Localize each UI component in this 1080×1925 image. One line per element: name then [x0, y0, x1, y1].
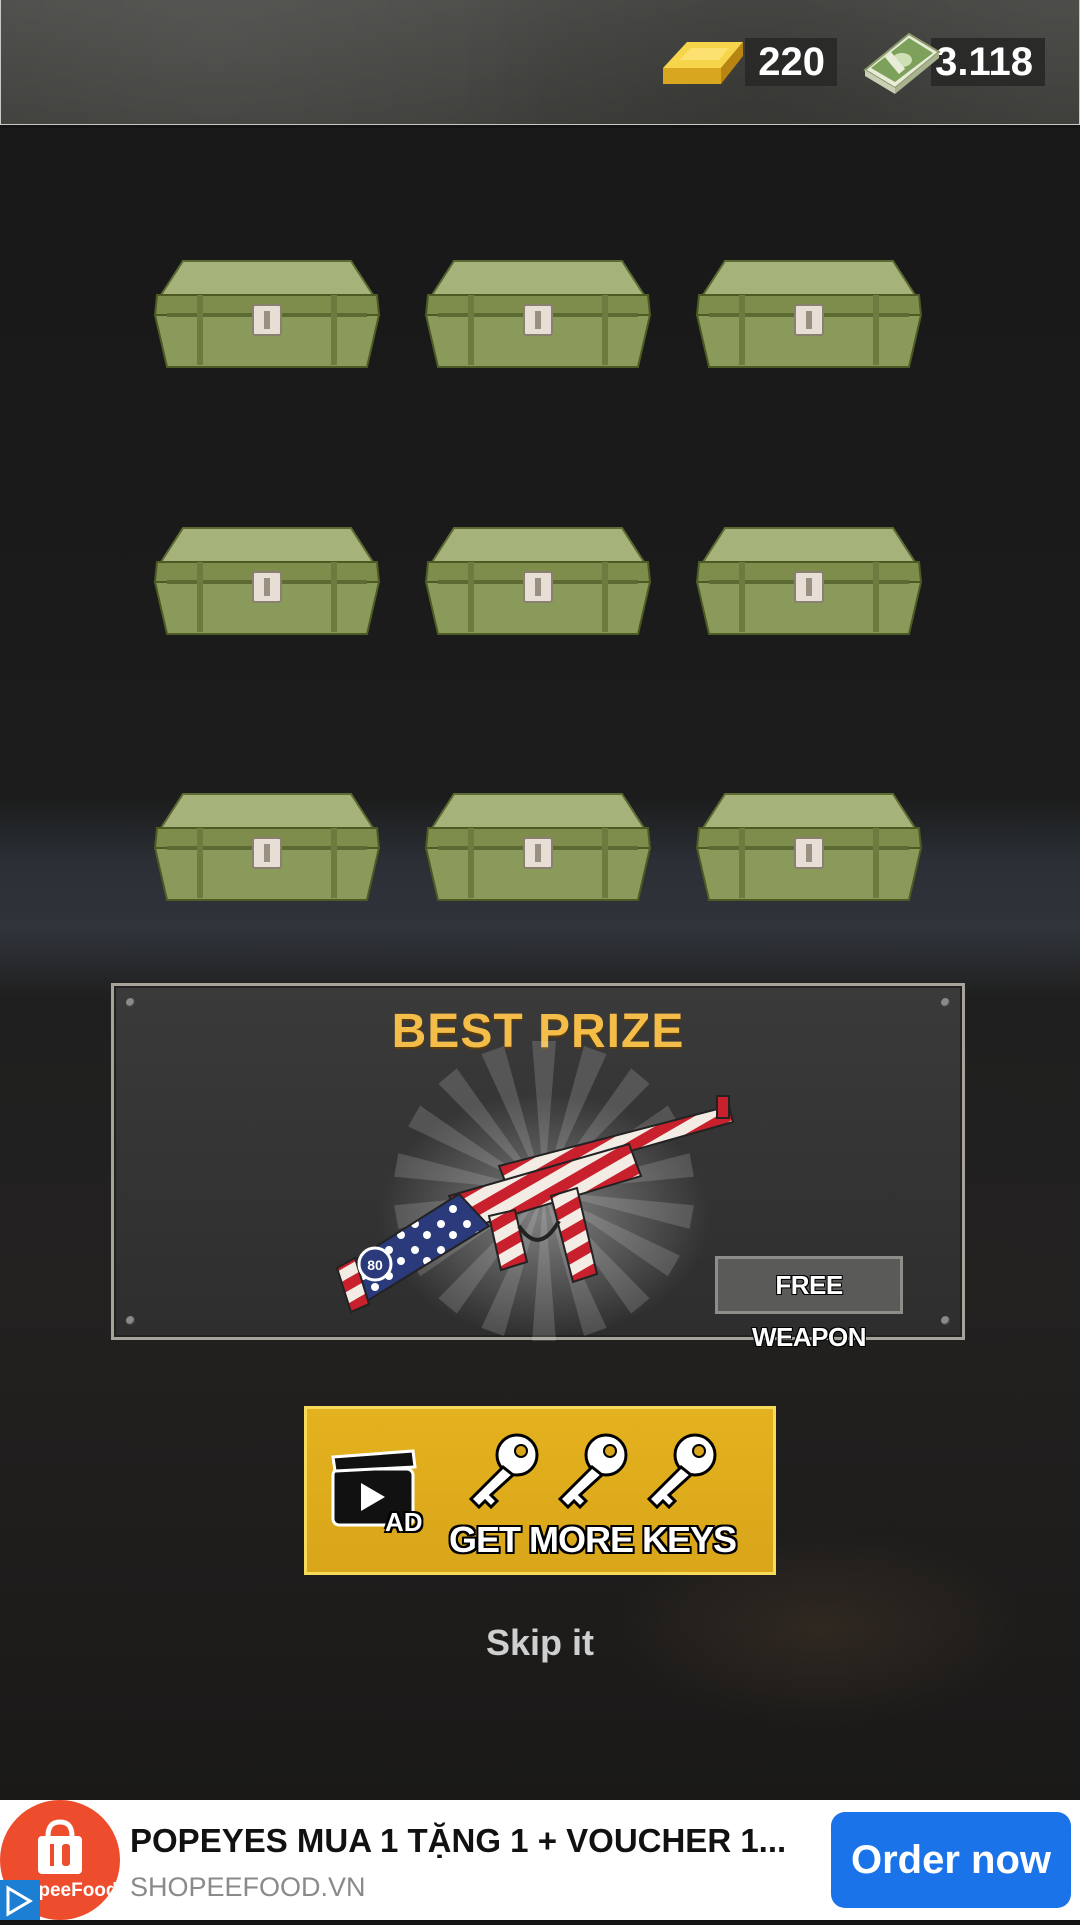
rivet: [941, 1316, 950, 1325]
locked-chest-icon: [695, 260, 923, 368]
get-more-keys-label: GET MORE KEYS: [449, 1519, 737, 1560]
cash-counter: 3.118: [931, 38, 1045, 86]
best-prize-panel: BEST PRIZE 80 FREE WEAPON: [111, 983, 965, 1352]
ad-badge: AD: [385, 1507, 423, 1537]
ad-domain: SHOPEEFOOD.VN: [130, 1872, 366, 1902]
cash-value: 3.118: [935, 39, 1033, 84]
top-hud-bar: 220 3.118: [0, 0, 1080, 125]
locked-chest-icon: [695, 793, 923, 901]
gold-value: 220: [758, 39, 825, 84]
cash-stack-icon: [863, 32, 941, 94]
ad-play-icon: [6, 1885, 33, 1917]
locked-chest[interactable]: [689, 522, 929, 642]
gold-counter: 220: [745, 38, 837, 86]
locked-chest-icon: [424, 793, 652, 901]
locked-chest-icon: [424, 527, 652, 635]
locked-chest-icon: [424, 260, 652, 368]
skip-link[interactable]: Skip it: [0, 1622, 1080, 1664]
locked-chest-icon: [695, 527, 923, 635]
locked-chest[interactable]: [689, 788, 929, 908]
locked-chest[interactable]: [418, 255, 658, 375]
locked-chest-icon: [153, 793, 381, 901]
flag-themed-submachine-gun-icon: 80: [335, 1095, 735, 1314]
free-weapon-badge: FREE WEAPON: [715, 1256, 903, 1352]
locked-chest-icon: [153, 527, 381, 635]
shopping-bag-icon: [38, 1819, 82, 1874]
ad-choices-icon[interactable]: [0, 1880, 40, 1920]
locked-chest[interactable]: [418, 788, 658, 908]
rivet: [126, 1316, 135, 1325]
locked-chest[interactable]: [689, 255, 929, 375]
ad-banner[interactable]: ShopeeFood POPEYES MUA 1 TẶNG 1 + VOUCHE…: [0, 1800, 1080, 1920]
locked-chest-icon: [153, 260, 381, 368]
locked-chest[interactable]: [147, 522, 387, 642]
get-more-keys-button[interactable]: AD GET MORE KEYS: [304, 1406, 776, 1575]
weapon-badge-text: 80: [367, 1257, 383, 1273]
key-icon: [646, 1433, 717, 1510]
locked-chest[interactable]: [418, 522, 658, 642]
key-icon: [557, 1433, 628, 1510]
ad-title: POPEYES MUA 1 TẶNG 1 + VOUCHER 1...: [130, 1822, 787, 1859]
gold-bar-icon: [663, 42, 743, 84]
order-now-button[interactable]: Order now: [831, 1812, 1071, 1908]
locked-chest[interactable]: [147, 788, 387, 908]
key-icon: [468, 1433, 539, 1510]
locked-chest[interactable]: [147, 255, 387, 375]
